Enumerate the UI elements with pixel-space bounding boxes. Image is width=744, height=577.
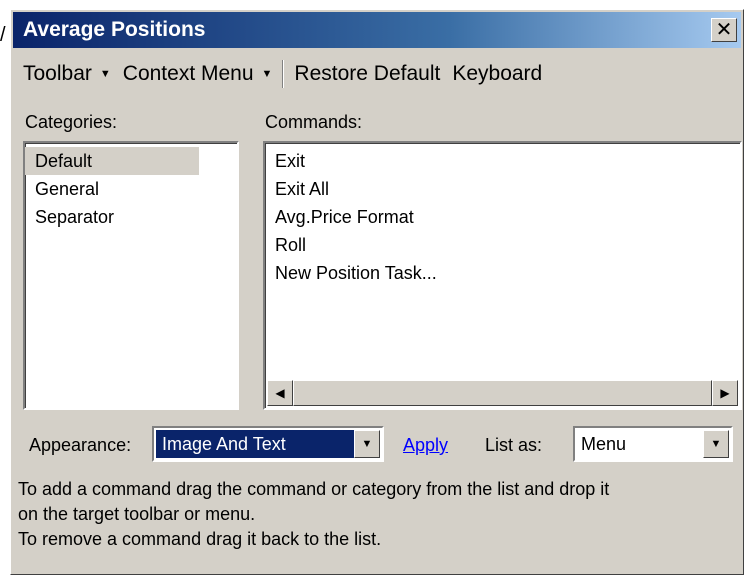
commands-list[interactable]: Exit Exit All Avg.Price Format Roll New …: [263, 141, 742, 410]
close-button[interactable]: ✕: [711, 18, 737, 42]
help-line-3: To remove a command drag it back to the …: [18, 529, 382, 549]
keyboard-label: Keyboard: [452, 62, 543, 85]
command-item-new-position-task[interactable]: New Position Task...: [265, 259, 740, 287]
scroll-left-button[interactable]: ◀: [267, 380, 293, 406]
context-menu-menu[interactable]: Context Menu ▼: [117, 57, 279, 91]
apply-link[interactable]: Apply: [403, 435, 448, 456]
appearance-value: Image And Text: [156, 430, 354, 458]
category-item-default[interactable]: Default: [25, 147, 199, 175]
menu-bar: Toolbar ▼ Context Menu ▼ Restore Default…: [17, 54, 737, 94]
scroll-left-icon: ◀: [275, 386, 285, 400]
list-as-value: Menu: [581, 434, 627, 454]
appearance-select[interactable]: Image And Text ▼: [152, 426, 384, 462]
context-menu-label: Context Menu: [122, 62, 254, 85]
scroll-track[interactable]: [293, 380, 712, 406]
help-line-2: on the target toolbar or menu.: [18, 504, 256, 524]
close-icon: ✕: [715, 19, 733, 41]
list-as-label: List as:: [485, 435, 543, 455]
restore-default-button[interactable]: Restore Default: [288, 57, 446, 91]
categories-label: Categories:: [25, 112, 118, 132]
appearance-label: Appearance:: [29, 435, 132, 455]
list-as-dropdown-button[interactable]: ▼: [703, 430, 729, 458]
chevron-down-icon: ▼: [261, 68, 273, 80]
chevron-down-icon: ▼: [99, 68, 111, 80]
title-bar[interactable]: Average Positions ✕: [13, 12, 741, 48]
command-item-exit[interactable]: Exit: [265, 147, 740, 175]
scroll-right-button[interactable]: ▶: [712, 380, 738, 406]
keyboard-button[interactable]: Keyboard: [446, 57, 548, 91]
scroll-thumb[interactable]: [293, 380, 712, 406]
list-as-select[interactable]: Menu ▼: [573, 426, 733, 462]
command-item-exit-all[interactable]: Exit All: [265, 175, 740, 203]
dropdown-arrow-icon: ▼: [710, 438, 722, 450]
menu-separator: [282, 60, 285, 88]
dropdown-arrow-icon: ▼: [361, 438, 373, 450]
command-item-avg-price-format[interactable]: Avg.Price Format: [265, 203, 740, 231]
commands-horizontal-scrollbar[interactable]: ◀ ▶: [267, 380, 738, 406]
category-item-general[interactable]: General: [25, 175, 237, 203]
toolbar-menu[interactable]: Toolbar ▼: [17, 57, 117, 91]
background-text-fragment: /: [0, 24, 6, 46]
help-text: To add a command drag the command or cat…: [18, 477, 730, 552]
command-item-roll[interactable]: Roll: [265, 231, 740, 259]
scroll-right-icon: ▶: [720, 386, 730, 400]
category-item-separator[interactable]: Separator: [25, 203, 237, 231]
window-title: Average Positions: [23, 18, 206, 41]
commands-label: Commands:: [265, 112, 363, 132]
help-line-1: To add a command drag the command or cat…: [18, 479, 610, 499]
categories-list[interactable]: Default General Separator: [23, 141, 239, 410]
toolbar-menu-label: Toolbar: [23, 62, 92, 85]
appearance-dropdown-button[interactable]: ▼: [354, 430, 380, 458]
restore-default-label: Restore Default: [294, 62, 441, 85]
